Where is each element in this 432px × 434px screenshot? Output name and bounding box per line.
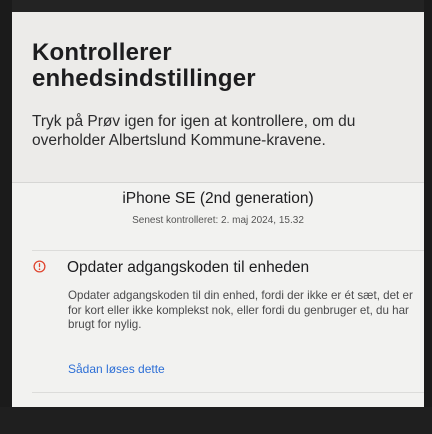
photo-frame: Kontrollerer enhedsindstillinger Tryk på… [0, 0, 432, 434]
frame-bottom [0, 407, 432, 434]
phone-screen: Kontrollerer enhedsindstillinger Tryk på… [12, 12, 424, 407]
frame-edge-right [424, 0, 432, 434]
page-subtitle: Tryk på Prøv igen for igen at kontroller… [32, 113, 356, 149]
last-checked: Senest kontrolleret: 2. maj 2024, 15.32 [132, 215, 304, 226]
how-to-fix-link[interactable]: Sådan løses dette [68, 362, 165, 376]
issue-description: Opdater adgangskoden til din enhed, ford… [68, 289, 413, 332]
header: Kontrollerer enhedsindstillinger Tryk på… [12, 12, 424, 182]
frame-edge-left [0, 0, 12, 434]
device-divider [32, 250, 424, 251]
device-name: iPhone SE (2nd generation) [122, 190, 314, 207]
header-divider [12, 182, 424, 183]
issue-divider [32, 392, 424, 393]
exclamation-circle-icon [33, 260, 46, 273]
issue-title: Opdater adgangskoden til enheden [67, 259, 310, 276]
page-title-line-1: Kontrollerer [32, 39, 172, 66]
page-title-line-2: enhedsindstillinger [32, 65, 256, 92]
page-title: Kontrollerer enhedsindstillinger [32, 40, 412, 92]
